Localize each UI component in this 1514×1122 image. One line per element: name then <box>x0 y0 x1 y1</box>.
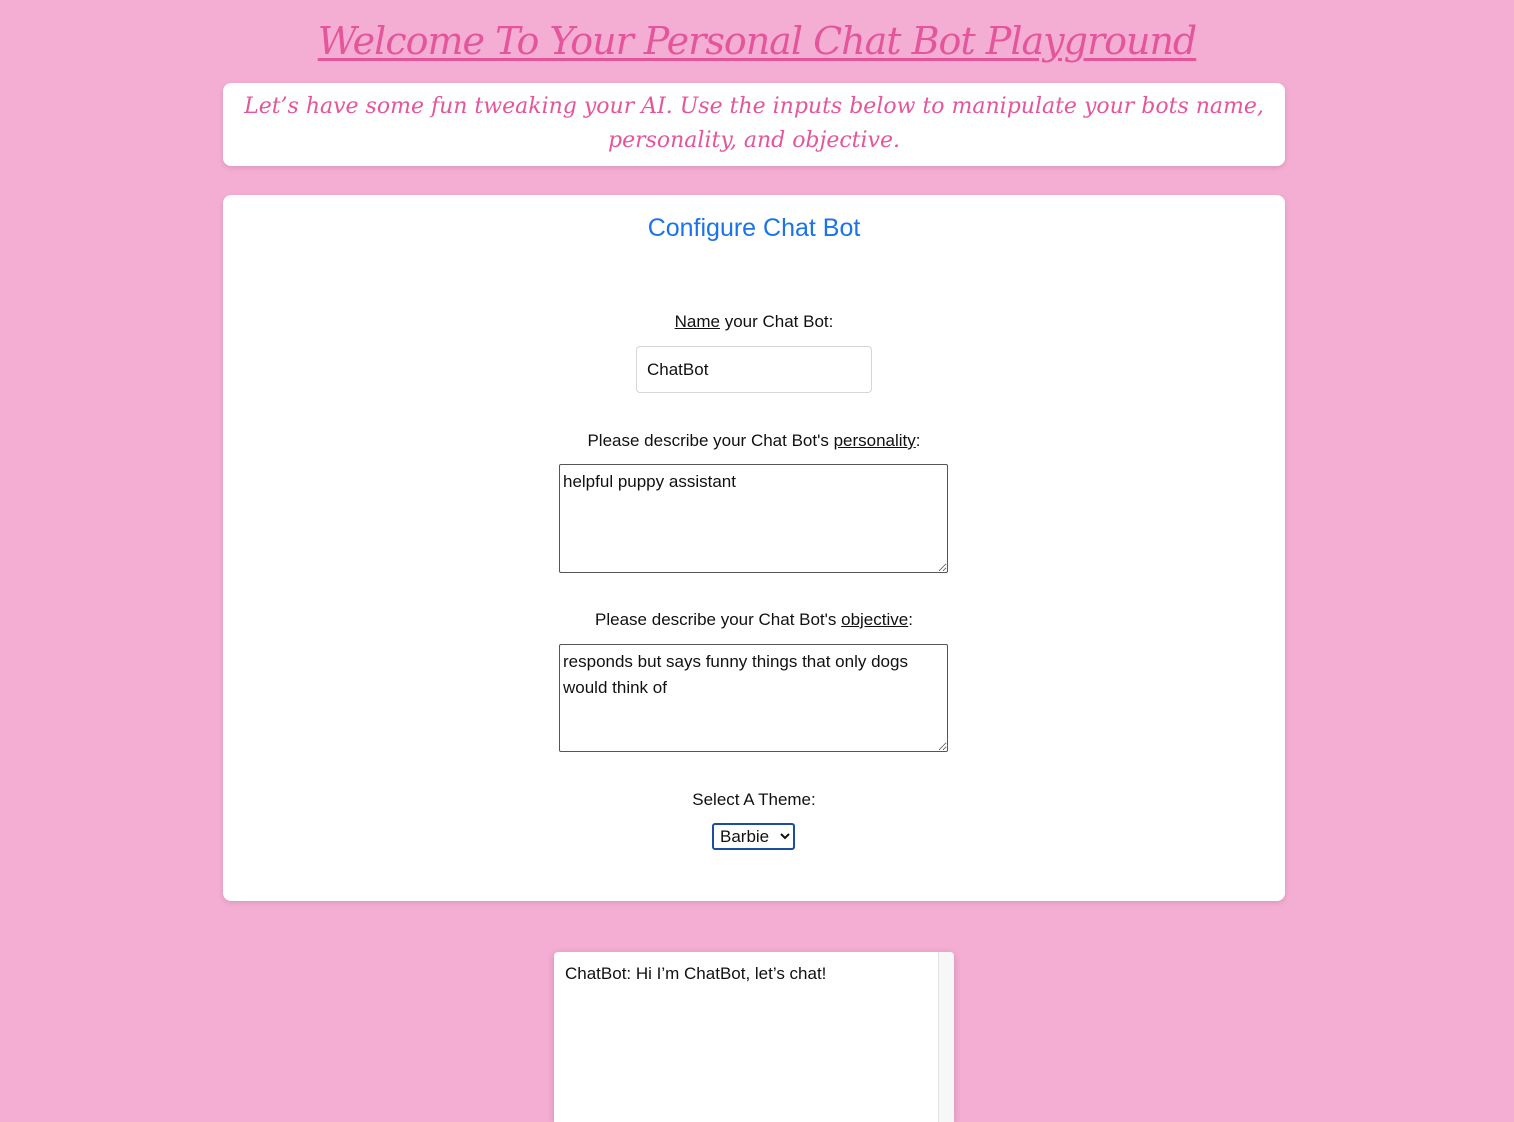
objective-label-prefix: Please describe your Chat Bot's <box>595 610 842 629</box>
name-label-underlined: Name <box>674 312 720 331</box>
intro-text: Let’s have some fun tweaking your AI. Us… <box>244 94 1264 153</box>
theme-label: Select A Theme: <box>692 790 816 809</box>
personality-label-underlined: personality <box>833 431 916 450</box>
name-label: Name your Chat Bot: <box>223 311 1285 333</box>
personality-textarea[interactable]: helpful puppy assistant <box>559 464 948 573</box>
personality-label: Please describe your Chat Bot's personal… <box>223 430 1285 452</box>
configure-chat-bot-card: Configure Chat Bot Name your Chat Bot: P… <box>223 195 1285 901</box>
theme-select[interactable]: Barbie <box>712 823 795 850</box>
chat-message: ChatBot: Hi I’m ChatBot, let’s chat! <box>565 964 827 983</box>
objective-label: Please describe your Chat Bot's objectiv… <box>223 609 1285 631</box>
intro-panel: Let’s have some fun tweaking your AI. Us… <box>223 83 1285 166</box>
objective-label-underlined: objective <box>841 610 909 629</box>
personality-label-prefix: Please describe your Chat Bot's <box>587 431 834 450</box>
objective-label-suffix: : <box>908 610 913 629</box>
chat-scrollbar[interactable] <box>938 952 954 1122</box>
page-title: Welcome To Your Personal Chat Bot Playgr… <box>317 19 1198 63</box>
chat-window[interactable]: ChatBot: Hi I’m ChatBot, let’s chat! <box>554 952 954 1122</box>
bot-name-input[interactable] <box>636 346 872 393</box>
objective-textarea[interactable]: responds but says funny things that only… <box>559 644 948 752</box>
personality-label-suffix: : <box>915 431 921 450</box>
name-label-rest: your Chat Bot: <box>719 312 834 331</box>
configure-title: Configure Chat Bot <box>647 214 861 242</box>
